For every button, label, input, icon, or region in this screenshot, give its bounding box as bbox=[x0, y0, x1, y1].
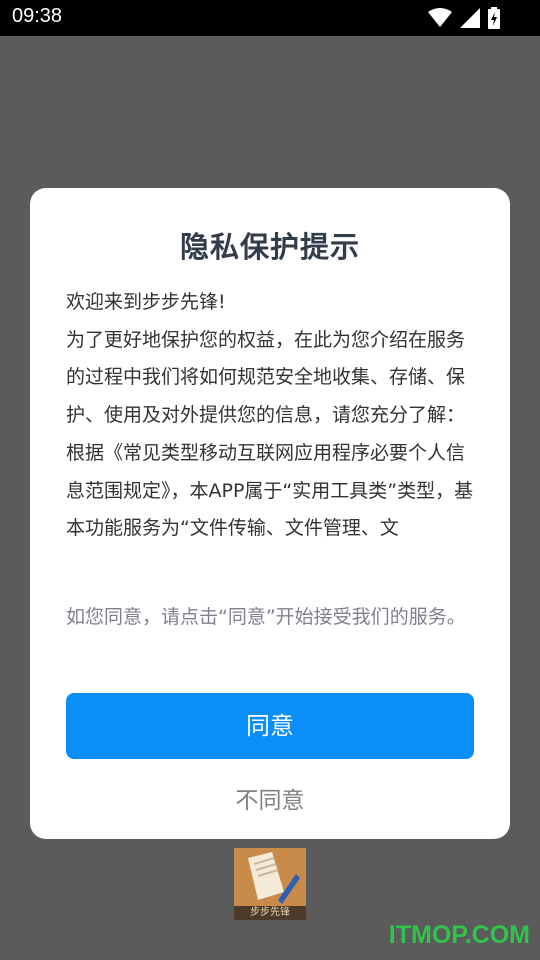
status-time: 09:38 bbox=[12, 5, 63, 27]
disagree-button[interactable]: 不同意 bbox=[30, 781, 510, 815]
consent-hint: 如您同意，请点击“同意”开始接受我们的服务。 bbox=[66, 606, 466, 628]
privacy-content[interactable]: 欢迎来到步步先锋! 为了更好地保护您的权益，在此为您介绍在服务的过程中我们将如何… bbox=[66, 284, 478, 583]
privacy-dialog: 隐私保护提示 欢迎来到步步先锋! 为了更好地保护您的权益，在此为您介绍在服务的过… bbox=[30, 188, 510, 839]
cell-signal-icon bbox=[460, 8, 480, 28]
dialog-title: 隐私保护提示 bbox=[179, 230, 360, 264]
welcome-text: 欢迎来到步步先锋! bbox=[66, 291, 226, 313]
wifi-icon bbox=[428, 8, 452, 27]
intro-text: 为了更好地保护您的权益，在此为您介绍在服务的过程中我们将如何规范安全地收集、存储… bbox=[66, 328, 466, 427]
status-bar: 09:38 bbox=[0, 0, 540, 36]
app-logo-label: 步步先锋 bbox=[234, 906, 306, 920]
battery-charging-icon bbox=[488, 7, 500, 29]
book-pencil-icon bbox=[234, 848, 306, 906]
agree-button[interactable]: 同意 bbox=[66, 693, 474, 759]
app-logo: 步步先锋 bbox=[234, 848, 306, 920]
watermark: ITMOP.COM bbox=[388, 921, 530, 949]
regulation-text: 根据《常见类型移动互联网应用程序必要个人信息范围规定》，本APP属于“实用工具类… bbox=[66, 441, 474, 540]
status-icons bbox=[428, 7, 500, 29]
